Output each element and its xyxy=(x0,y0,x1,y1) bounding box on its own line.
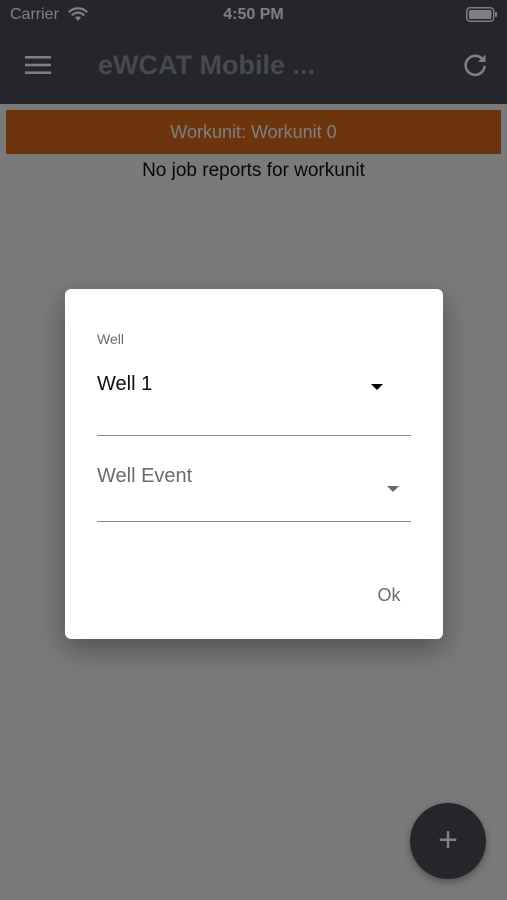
well-select-dialog: Well Well 1 Well Event Ok xyxy=(65,289,443,639)
well-event-placeholder: Well Event xyxy=(97,465,193,487)
well-event-dropdown[interactable]: Well Event xyxy=(97,449,411,522)
ok-button[interactable]: Ok xyxy=(365,579,413,611)
well-selected-value: Well 1 xyxy=(97,373,153,395)
chevron-down-icon xyxy=(371,384,383,390)
chevron-down-icon xyxy=(387,486,399,492)
well-dropdown[interactable]: Well 1 xyxy=(97,359,411,436)
well-field-label: Well xyxy=(97,331,124,347)
app-screen: Carrier 4:50 PM eWCAT Mobile ... Workuni… xyxy=(0,0,507,900)
